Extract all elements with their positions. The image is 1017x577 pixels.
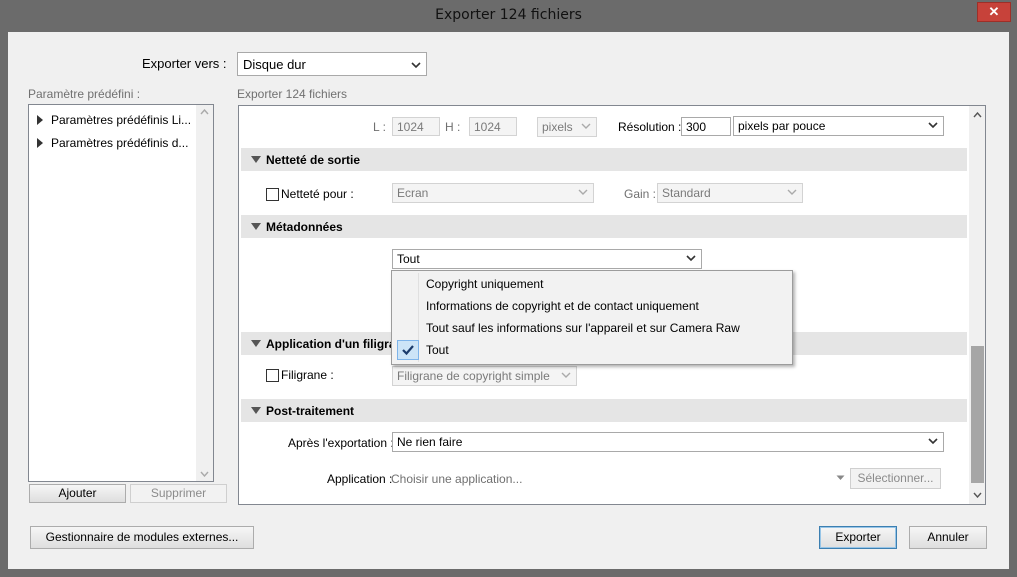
metadata-dropdown-menu: Copyright uniquement Informations de cop… bbox=[391, 270, 793, 365]
menu-item-label: Tout sauf les informations sur l'apparei… bbox=[426, 321, 740, 335]
scroll-down-icon[interactable] bbox=[200, 471, 209, 477]
application-field[interactable]: Choisir une application... bbox=[391, 472, 522, 486]
close-button[interactable]: ✕ bbox=[977, 2, 1011, 22]
sharpening-label: Netteté pour : bbox=[281, 187, 354, 201]
menu-item-label: Copyright uniquement bbox=[426, 277, 544, 291]
preset-folder[interactable]: Paramètres prédéfinis d... bbox=[37, 136, 188, 150]
presets-tree: Paramètres prédéfinis Li... Paramètres p… bbox=[28, 104, 214, 482]
width-label: L : bbox=[373, 120, 386, 134]
dialog-body: Exporter vers : Disque dur Paramètre pré… bbox=[8, 32, 1009, 569]
gain-select[interactable]: Standard bbox=[657, 183, 803, 203]
triangle-down-icon bbox=[251, 407, 261, 414]
width-field[interactable]: 1024 bbox=[392, 117, 440, 136]
chevron-down-icon bbox=[787, 187, 797, 197]
after-export-label: Après l'exportation : bbox=[288, 436, 394, 450]
chevron-down-icon bbox=[686, 253, 696, 263]
metadata-value: Tout bbox=[397, 252, 420, 266]
menu-item-copyright-contact[interactable]: Informations de copyright et de contact … bbox=[394, 295, 790, 317]
watermark-value: Filigrane de copyright simple bbox=[397, 369, 550, 383]
preset-folder[interactable]: Paramètres prédéfinis Li... bbox=[37, 113, 191, 127]
application-label: Application : bbox=[327, 472, 393, 486]
watermark-checkbox[interactable] bbox=[266, 369, 279, 382]
add-preset-button[interactable]: Ajouter bbox=[29, 484, 126, 503]
chevron-down-icon bbox=[411, 60, 421, 70]
resolution-unit-select[interactable]: pixels par pouce bbox=[733, 116, 944, 136]
post-processing-section-header[interactable]: Post-traitement bbox=[241, 399, 967, 422]
sharpening-checkbox[interactable] bbox=[266, 188, 279, 201]
sharpening-section-header[interactable]: Netteté de sortie bbox=[241, 148, 967, 171]
triangle-down-icon bbox=[251, 156, 261, 163]
post-processing-section-title: Post-traitement bbox=[266, 404, 355, 418]
export-to-select[interactable]: Disque dur bbox=[237, 52, 427, 76]
sharpening-target-select[interactable]: Ecran bbox=[392, 183, 594, 203]
window-title: Exporter 124 fichiers bbox=[435, 7, 582, 23]
triangle-right-icon bbox=[37, 115, 43, 125]
preset-folder-label: Paramètres prédéfinis Li... bbox=[51, 113, 192, 127]
export-to-label: Exporter vers : bbox=[142, 56, 227, 71]
title-bar: Exporter 124 fichiers ✕ bbox=[0, 0, 1017, 32]
menu-item-label: Informations de copyright et de contact … bbox=[426, 299, 699, 313]
checkmark-icon bbox=[397, 340, 419, 360]
scroll-up-icon[interactable] bbox=[200, 109, 209, 115]
preset-folder-label: Paramètres prédéfinis d... bbox=[51, 136, 189, 150]
menu-item-label: Tout bbox=[426, 343, 449, 357]
cancel-button[interactable]: Annuler bbox=[909, 526, 987, 549]
remove-preset-button[interactable]: Supprimer bbox=[130, 484, 227, 503]
menu-item-copyright-only[interactable]: Copyright uniquement bbox=[394, 273, 790, 295]
menu-item-all[interactable]: Tout bbox=[394, 339, 790, 361]
close-icon: ✕ bbox=[988, 4, 1000, 19]
resolution-label: Résolution : bbox=[618, 120, 682, 134]
triangle-down-icon bbox=[251, 340, 261, 347]
chevron-down-icon bbox=[561, 370, 571, 380]
plugin-manager-button[interactable]: Gestionnaire de modules externes... bbox=[30, 526, 254, 549]
after-export-select[interactable]: Ne rien faire bbox=[392, 432, 944, 452]
gain-value: Standard bbox=[662, 186, 711, 200]
metadata-section-title: Métadonnées bbox=[266, 220, 343, 234]
presets-scrollbar[interactable] bbox=[196, 105, 213, 481]
main-panel-label: Exporter 124 fichiers bbox=[237, 87, 348, 101]
after-export-value: Ne rien faire bbox=[397, 435, 463, 449]
triangle-right-icon bbox=[37, 138, 43, 148]
resolution-unit-value: pixels par pouce bbox=[738, 119, 826, 133]
watermark-section-title: Application d'un filigrane bbox=[266, 337, 410, 351]
gain-label: Gain : bbox=[624, 187, 657, 201]
chevron-down-icon bbox=[581, 121, 591, 131]
height-label: H : bbox=[445, 120, 461, 134]
chevron-down-icon bbox=[928, 120, 938, 130]
height-field[interactable]: 1024 bbox=[469, 117, 517, 136]
scroll-down-icon[interactable] bbox=[973, 492, 982, 498]
sharpening-section-title: Netteté de sortie bbox=[266, 153, 361, 167]
size-unit-select[interactable]: pixels bbox=[537, 117, 597, 137]
export-button[interactable]: Exporter bbox=[819, 526, 897, 549]
watermark-select[interactable]: Filigrane de copyright simple bbox=[392, 366, 577, 386]
sharpening-target-value: Ecran bbox=[397, 186, 429, 200]
size-unit-value: pixels bbox=[542, 120, 573, 134]
select-application-button[interactable]: Sélectionner... bbox=[850, 468, 941, 489]
resolution-field[interactable]: 300 bbox=[681, 117, 731, 136]
chevron-down-icon bbox=[578, 187, 588, 197]
scrollbar-thumb[interactable] bbox=[971, 346, 984, 483]
chevron-down-icon bbox=[928, 436, 938, 446]
export-to-value: Disque dur bbox=[243, 57, 306, 72]
settings-scrollbar[interactable] bbox=[969, 106, 985, 504]
dialog-window: Exporter 124 fichiers ✕ Exporter vers : … bbox=[0, 0, 1017, 577]
chevron-down-icon[interactable] bbox=[836, 475, 845, 481]
metadata-select[interactable]: Tout bbox=[392, 249, 702, 269]
metadata-section-header[interactable]: Métadonnées bbox=[241, 215, 967, 238]
presets-label: Paramètre prédéfini : bbox=[28, 87, 141, 101]
triangle-down-icon bbox=[251, 223, 261, 230]
watermark-label: Filigrane : bbox=[281, 368, 334, 382]
scroll-up-icon[interactable] bbox=[973, 112, 982, 118]
menu-item-all-except-camera[interactable]: Tout sauf les informations sur l'apparei… bbox=[394, 317, 790, 339]
